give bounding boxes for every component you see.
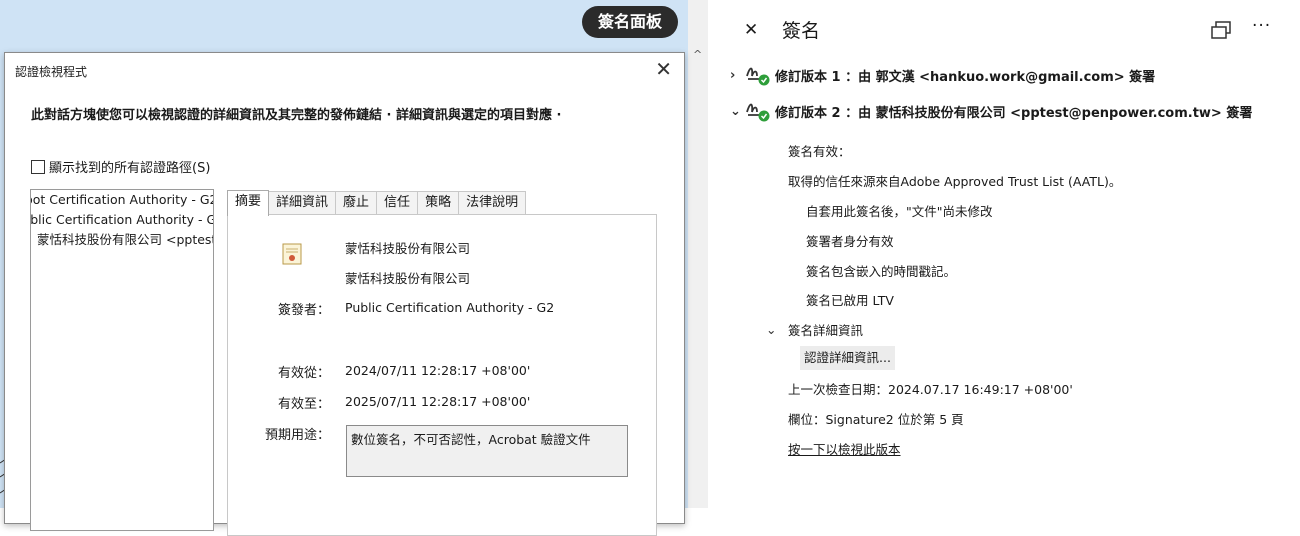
valid-to-label: 有效至： [277,397,330,412]
revision-2-row[interactable]: ⌄ 修訂版本 2 ：由 蒙恬科技股份有限公司 <pptest@penpower.… [730,100,1252,122]
subject-organization: 蒙恬科技股份有限公司 [345,271,471,286]
more-options-icon[interactable]: ··· [1252,16,1271,36]
last-checked-text: 上一次檢查日期：2024.07.17 16:49:17 +08'00' [788,382,1073,397]
checkbox-box[interactable] [31,159,45,174]
tab-summary[interactable]: 摘要 [227,190,270,216]
dialog-description: 此對話方塊使您可以檢視認證的詳細資訊及其完整的發佈鏈結 · 詳細資訊與選定的項目… [31,108,562,123]
valid-from-value: 2024/07/11 12:28:17 +08'00' [345,363,531,378]
tab-policy[interactable]: 策略 [417,191,460,214]
revision-1-label: 修訂版本 1 ：由 郭文漢 <hankuo.work@gmail.com> 簽署 [775,69,1156,85]
timestamp-text: 簽名包含嵌入的時間戳記。 [806,264,957,279]
chevron-down-icon[interactable]: ⌄ [730,104,742,119]
scroll-up-arrow-icon[interactable]: ^ [693,48,702,61]
signature-sidebar: ✕ 簽名 ··· › 修訂版本 1 ：由 郭文漢 <hankuo.work@gm… [708,0,1300,508]
not-modified-text: 自套用此簽名後，"文件"尚未修改 [806,204,993,219]
subject-name: 蒙恬科技股份有限公司 [345,241,471,256]
tab-bar: 摘要 詳細資訊 廢止 信任 策略 法律說明 [227,190,527,216]
open-in-window-icon[interactable] [1210,20,1232,40]
valid-from-label: 有效從： [277,366,330,381]
signature-details-toggle[interactable]: ⌄ 簽名詳細資訊 [766,320,863,339]
revision-2-label: 修訂版本 2 ：由 蒙恬科技股份有限公司 <pptest@penpower.co… [775,105,1253,121]
close-icon[interactable]: ✕ [744,20,758,40]
field-info-text: 欄位：Signature2 位於第 5 頁 [788,412,964,427]
signature-panel-button[interactable]: 簽名面板 [582,6,679,38]
tree-item-root-ca[interactable]: Root Certification Authority - G2 [31,190,213,210]
summary-panel: 蒙恬科技股份有限公司 蒙恬科技股份有限公司 簽發者： Public Certif… [227,214,657,536]
usage-value: 數位簽名，不可否認性，Acrobat 驗證文件 [346,425,628,477]
chevron-right-icon[interactable]: › [730,68,742,83]
tree-item-public-ca[interactable]: Public Certification Authority - G2 [31,210,213,230]
tab-details[interactable]: 詳細資訊 [268,191,337,214]
signature-details-label: 簽名詳細資訊 [788,323,864,338]
tab-revocation[interactable]: 廢止 [335,191,378,214]
show-all-paths-label: 顯示找到的所有認證路徑(S) [49,161,211,176]
valid-to-value: 2025/07/11 12:28:17 +08'00' [345,394,531,409]
ltv-text: 簽名已啟用 LTV [806,293,894,308]
show-all-paths-checkbox[interactable]: 顯示找到的所有認證路徑(S) [31,157,210,176]
signature-valid-text: 簽名有效： [788,144,851,159]
sidebar-title: 簽名 [782,20,821,42]
issuer-value: Public Certification Authority - G2 [345,300,555,315]
certificate-icon [282,243,302,265]
certificate-path-tree[interactable]: Root Certification Authority - G2 Public… [30,189,214,531]
signature-valid-icon [746,67,770,86]
chevron-down-icon[interactable]: ⌄ [766,322,780,337]
view-version-link[interactable]: 按一下以檢視此版本 [788,439,901,458]
tree-item-penpower[interactable]: 蒙恬科技股份有限公司 <pptest@penpower.com.tw> [37,230,213,250]
trust-source-text: 取得的信任來源來自Adobe Approved Trust List (AATL… [788,174,1122,189]
certificate-details-button[interactable]: 認證詳細資訊... [800,346,895,370]
document-scrollbar[interactable] [688,0,708,508]
signature-valid-icon [746,103,770,122]
identity-valid-text: 簽署者身分有效 [806,234,894,249]
tab-trust[interactable]: 信任 [376,191,419,214]
certificate-viewer-dialog: 認證檢視程式 ✕ 此對話方塊使您可以檢視認證的詳細資訊及其完整的發佈鏈結 · 詳… [4,52,685,536]
close-icon[interactable]: ✕ [655,57,672,81]
usage-label: 預期用途： [264,428,330,443]
dialog-title: 認證檢視程式 [15,65,88,79]
issuer-label: 簽發者： [277,303,330,318]
tab-legal[interactable]: 法律說明 [458,191,527,214]
revision-1-row[interactable]: › 修訂版本 1 ：由 郭文漢 <hankuo.work@gmail.com> … [730,64,1155,86]
